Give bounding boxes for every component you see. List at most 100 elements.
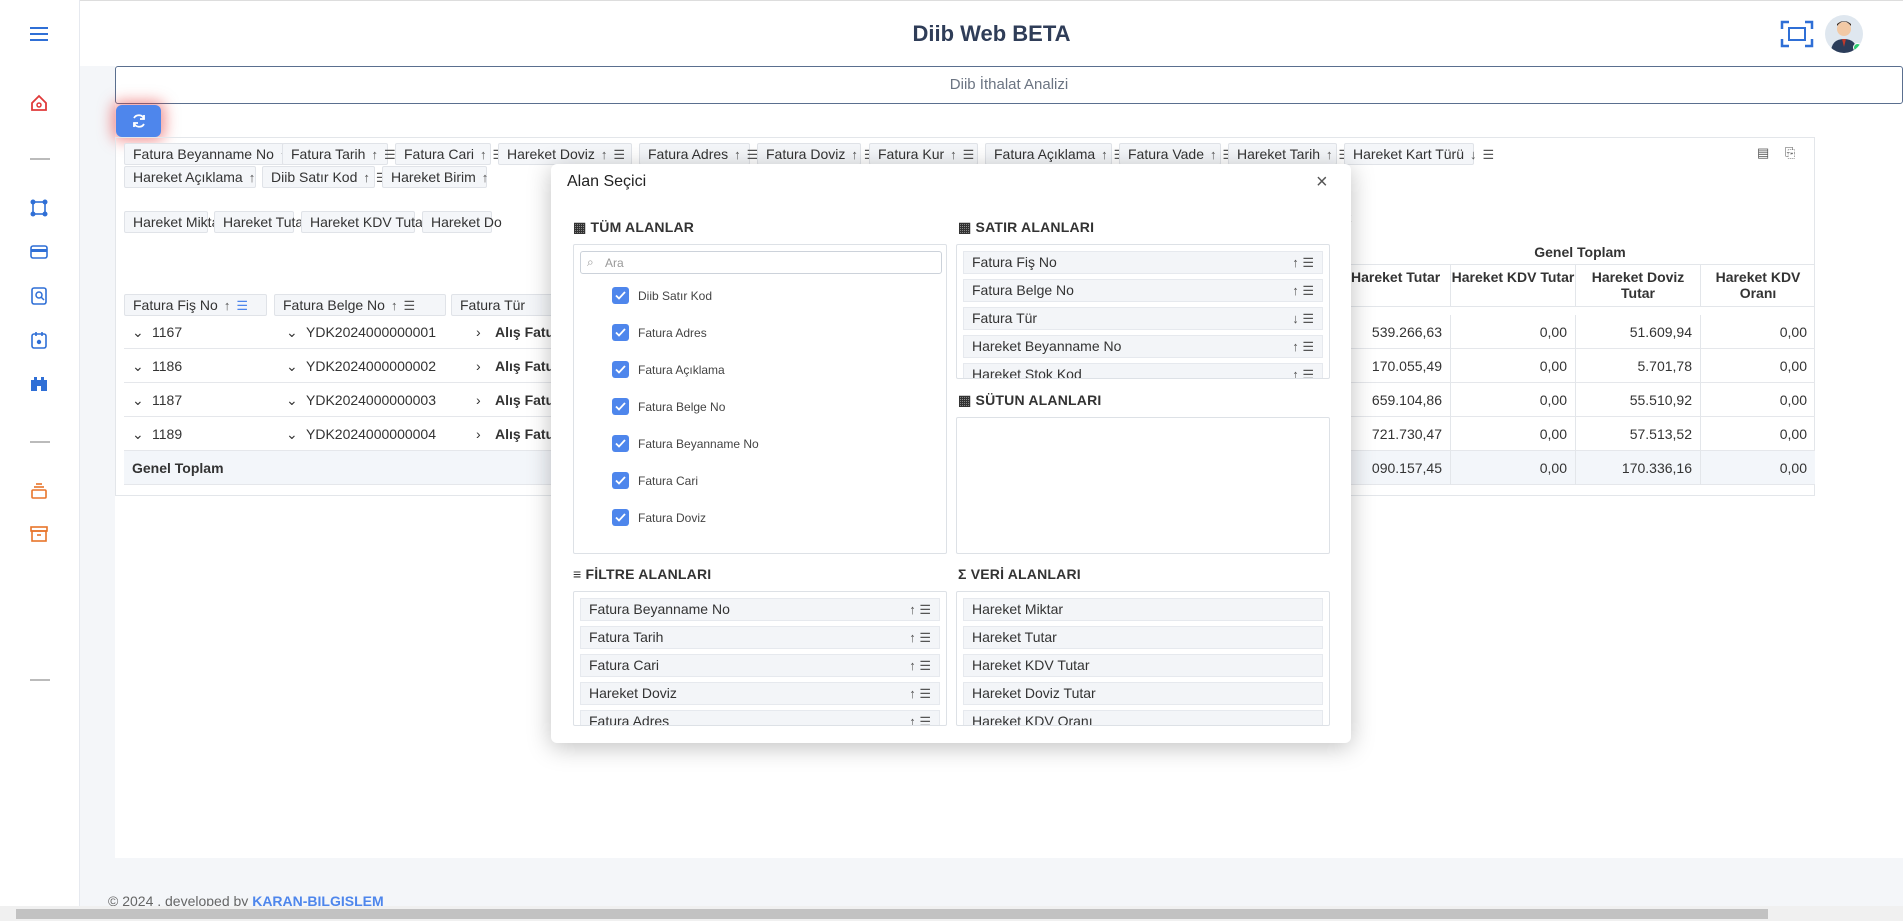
field-item[interactable]: Fatura Adres ↑ ☰ bbox=[580, 710, 940, 725]
horizontal-scrollbar[interactable] bbox=[0, 906, 1903, 921]
filter-chip[interactable]: Diib Satır Kod↑☰ bbox=[262, 166, 388, 188]
field-item-icons[interactable]: ↑ ☰ bbox=[909, 711, 931, 725]
sort-icon[interactable]: ↑ bbox=[851, 147, 858, 162]
field-item[interactable]: Hareket Doviz Tutar bbox=[963, 682, 1323, 705]
filter-chip[interactable]: Hareket Doviz ↑ ☰ bbox=[498, 143, 632, 165]
field-item-icons[interactable]: ↑ ☰ bbox=[1292, 252, 1314, 273]
data-field-chip[interactable]: Hareket Miktar bbox=[124, 211, 224, 233]
sort-icon[interactable]: ↑ bbox=[363, 170, 370, 185]
scrollbar-thumb[interactable] bbox=[16, 909, 1768, 919]
field-checkbox[interactable] bbox=[612, 435, 629, 452]
field-checkbox[interactable] bbox=[612, 398, 629, 415]
filter-icon[interactable]: ☰ bbox=[613, 147, 625, 162]
sort-icon[interactable]: ↑ bbox=[1210, 147, 1217, 162]
filter-chip[interactable]: Fatura Vade↑☰ bbox=[1119, 143, 1234, 165]
collapse-chevron-icon[interactable]: › bbox=[476, 417, 481, 451]
filter-icon[interactable]: ☰ bbox=[963, 147, 975, 162]
home-icon[interactable] bbox=[27, 91, 51, 115]
filter-icon[interactable]: ☰ bbox=[236, 298, 248, 313]
expand-chevron-icon[interactable]: ⌄ bbox=[132, 315, 144, 349]
expand-chevron-icon[interactable]: ⌄ bbox=[132, 349, 144, 383]
field-item-icons[interactable]: ↑ ☰ bbox=[909, 599, 931, 620]
col-header[interactable]: Hareket Tutar bbox=[1344, 265, 1450, 307]
sort-icon[interactable]: ↑ bbox=[482, 170, 489, 185]
doc-search-icon[interactable] bbox=[27, 284, 51, 308]
field-item[interactable]: Hareket Miktar bbox=[963, 598, 1323, 621]
field-item[interactable]: Hareket Tutar bbox=[963, 626, 1323, 649]
filter-chip[interactable]: Hareket Kart Türü ↓ ☰ bbox=[1344, 143, 1494, 165]
row-header-chip[interactable]: Fatura Fiş No ↑ ☰ bbox=[124, 294, 267, 316]
field-item[interactable]: Hareket KDV Oranı bbox=[963, 710, 1323, 725]
field-checkbox[interactable] bbox=[612, 361, 629, 378]
sort-icon[interactable]: ↑ bbox=[1326, 147, 1333, 162]
field-item[interactable]: Fatura Tür ↓ ☰ bbox=[963, 307, 1323, 330]
sort-icon[interactable]: ↑ bbox=[391, 298, 398, 313]
filter-chip[interactable]: Fatura Açıklama↑☰ bbox=[985, 143, 1125, 165]
field-item-icons[interactable]: ↑ ☰ bbox=[1292, 336, 1314, 357]
refresh-button[interactable] bbox=[116, 105, 161, 137]
field-item[interactable]: Fatura Beyanname No ↑ ☰ bbox=[580, 598, 940, 621]
field-item-icons[interactable]: ↑ ☰ bbox=[1292, 280, 1314, 301]
castle-icon[interactable] bbox=[27, 372, 51, 396]
menu-icon[interactable] bbox=[27, 22, 51, 46]
field-item[interactable]: Hareket Beyanname No ↑ ☰ bbox=[963, 335, 1323, 358]
sort-icon[interactable]: ↑ bbox=[249, 170, 256, 185]
sort-icon[interactable]: ↑ bbox=[1101, 147, 1108, 162]
field-item-icons[interactable]: ↑ ☰ bbox=[909, 655, 931, 676]
filter-icon[interactable]: ☰ bbox=[403, 298, 415, 313]
sort-icon[interactable]: ↑ bbox=[371, 147, 378, 162]
field-item-icons[interactable]: ↑ ☰ bbox=[909, 627, 931, 648]
expand-chevron-icon[interactable]: ⌄ bbox=[286, 315, 298, 349]
archive-icon[interactable] bbox=[27, 522, 51, 546]
nodes-icon[interactable] bbox=[27, 196, 51, 220]
filter-chip[interactable]: Fatura Tarih ↑ ☰ bbox=[282, 143, 396, 165]
filter-chip[interactable]: Fatura Adres ↑ ☰ bbox=[639, 143, 758, 165]
field-item[interactable]: Fatura Fiş No ↑ ☰ bbox=[963, 251, 1323, 274]
expand-chevron-icon[interactable]: ⌄ bbox=[132, 383, 144, 417]
field-chooser-icon[interactable]: ▤ bbox=[1757, 145, 1769, 161]
filter-chip[interactable]: Fatura Kur ↑ ☰ bbox=[869, 143, 978, 165]
col-header[interactable]: Hareket KDV Tutar bbox=[1450, 265, 1575, 307]
field-checkbox[interactable] bbox=[612, 472, 629, 489]
field-item[interactable]: Hareket Doviz ↑ ☰ bbox=[580, 682, 940, 705]
row-header-chip[interactable]: Fatura Tür bbox=[451, 294, 555, 316]
collapse-chevron-icon[interactable]: › bbox=[476, 383, 481, 417]
expand-chevron-icon[interactable]: ⌄ bbox=[132, 417, 144, 451]
user-avatar[interactable] bbox=[1825, 15, 1863, 53]
sort-icon[interactable]: ↓ bbox=[1470, 147, 1477, 162]
field-checkbox[interactable] bbox=[612, 287, 629, 304]
sort-icon[interactable]: ↑ bbox=[734, 147, 741, 162]
sort-icon[interactable]: ↑ bbox=[601, 147, 608, 162]
field-item[interactable]: Fatura Cari ↑ ☰ bbox=[580, 654, 940, 677]
filter-chip[interactable]: Hareket Tarih↑☰ bbox=[1228, 143, 1350, 165]
field-item-icons[interactable]: ↑ ☰ bbox=[1292, 364, 1314, 378]
field-item[interactable]: Hareket KDV Tutar bbox=[963, 654, 1323, 677]
col-header[interactable]: Hareket KDV Oranı bbox=[1700, 265, 1815, 307]
search-input[interactable]: ⌕ Ara bbox=[580, 251, 942, 274]
sort-icon[interactable]: ↑ bbox=[224, 298, 231, 313]
data-field-chip[interactable]: Hareket Do bbox=[422, 211, 502, 233]
filter-chip[interactable]: Fatura Doviz↑☰ bbox=[757, 143, 876, 165]
expand-chevron-icon[interactable]: ⌄ bbox=[286, 383, 298, 417]
data-field-chip[interactable]: Hareket Tutar bbox=[214, 211, 308, 233]
row-header-chip[interactable]: Fatura Belge No ↑ ☰ bbox=[274, 294, 446, 316]
field-item-icons[interactable]: ↑ ☰ bbox=[909, 683, 931, 704]
field-checkbox[interactable] bbox=[612, 509, 629, 526]
layers-icon[interactable] bbox=[27, 479, 51, 503]
filter-icon[interactable]: ☰ bbox=[1483, 147, 1495, 162]
filter-icon[interactable]: ☰ bbox=[384, 147, 396, 162]
filter-chip[interactable]: Hareket Birim ↑ bbox=[382, 166, 489, 188]
collapse-chevron-icon[interactable]: › bbox=[476, 315, 481, 349]
card-icon[interactable] bbox=[27, 240, 51, 264]
calendar-star-icon[interactable] bbox=[27, 328, 51, 352]
col-header[interactable]: Hareket Doviz Tutar bbox=[1575, 265, 1700, 307]
data-field-chip[interactable]: Hareket KDV Tutar bbox=[301, 211, 428, 233]
fullscreen-icon[interactable] bbox=[1780, 20, 1814, 48]
field-item[interactable]: Fatura Tarih ↑ ☰ bbox=[580, 626, 940, 649]
sort-icon[interactable]: ↑ bbox=[480, 147, 487, 162]
collapse-chevron-icon[interactable]: › bbox=[476, 349, 481, 383]
export-icon[interactable]: ⎘ bbox=[1785, 145, 1795, 161]
expand-chevron-icon[interactable]: ⌄ bbox=[286, 417, 298, 451]
filter-chip[interactable]: Fatura Cari↑☰ bbox=[395, 143, 504, 165]
field-item[interactable]: Hareket Stok Kod ↑ ☰ bbox=[963, 363, 1323, 378]
